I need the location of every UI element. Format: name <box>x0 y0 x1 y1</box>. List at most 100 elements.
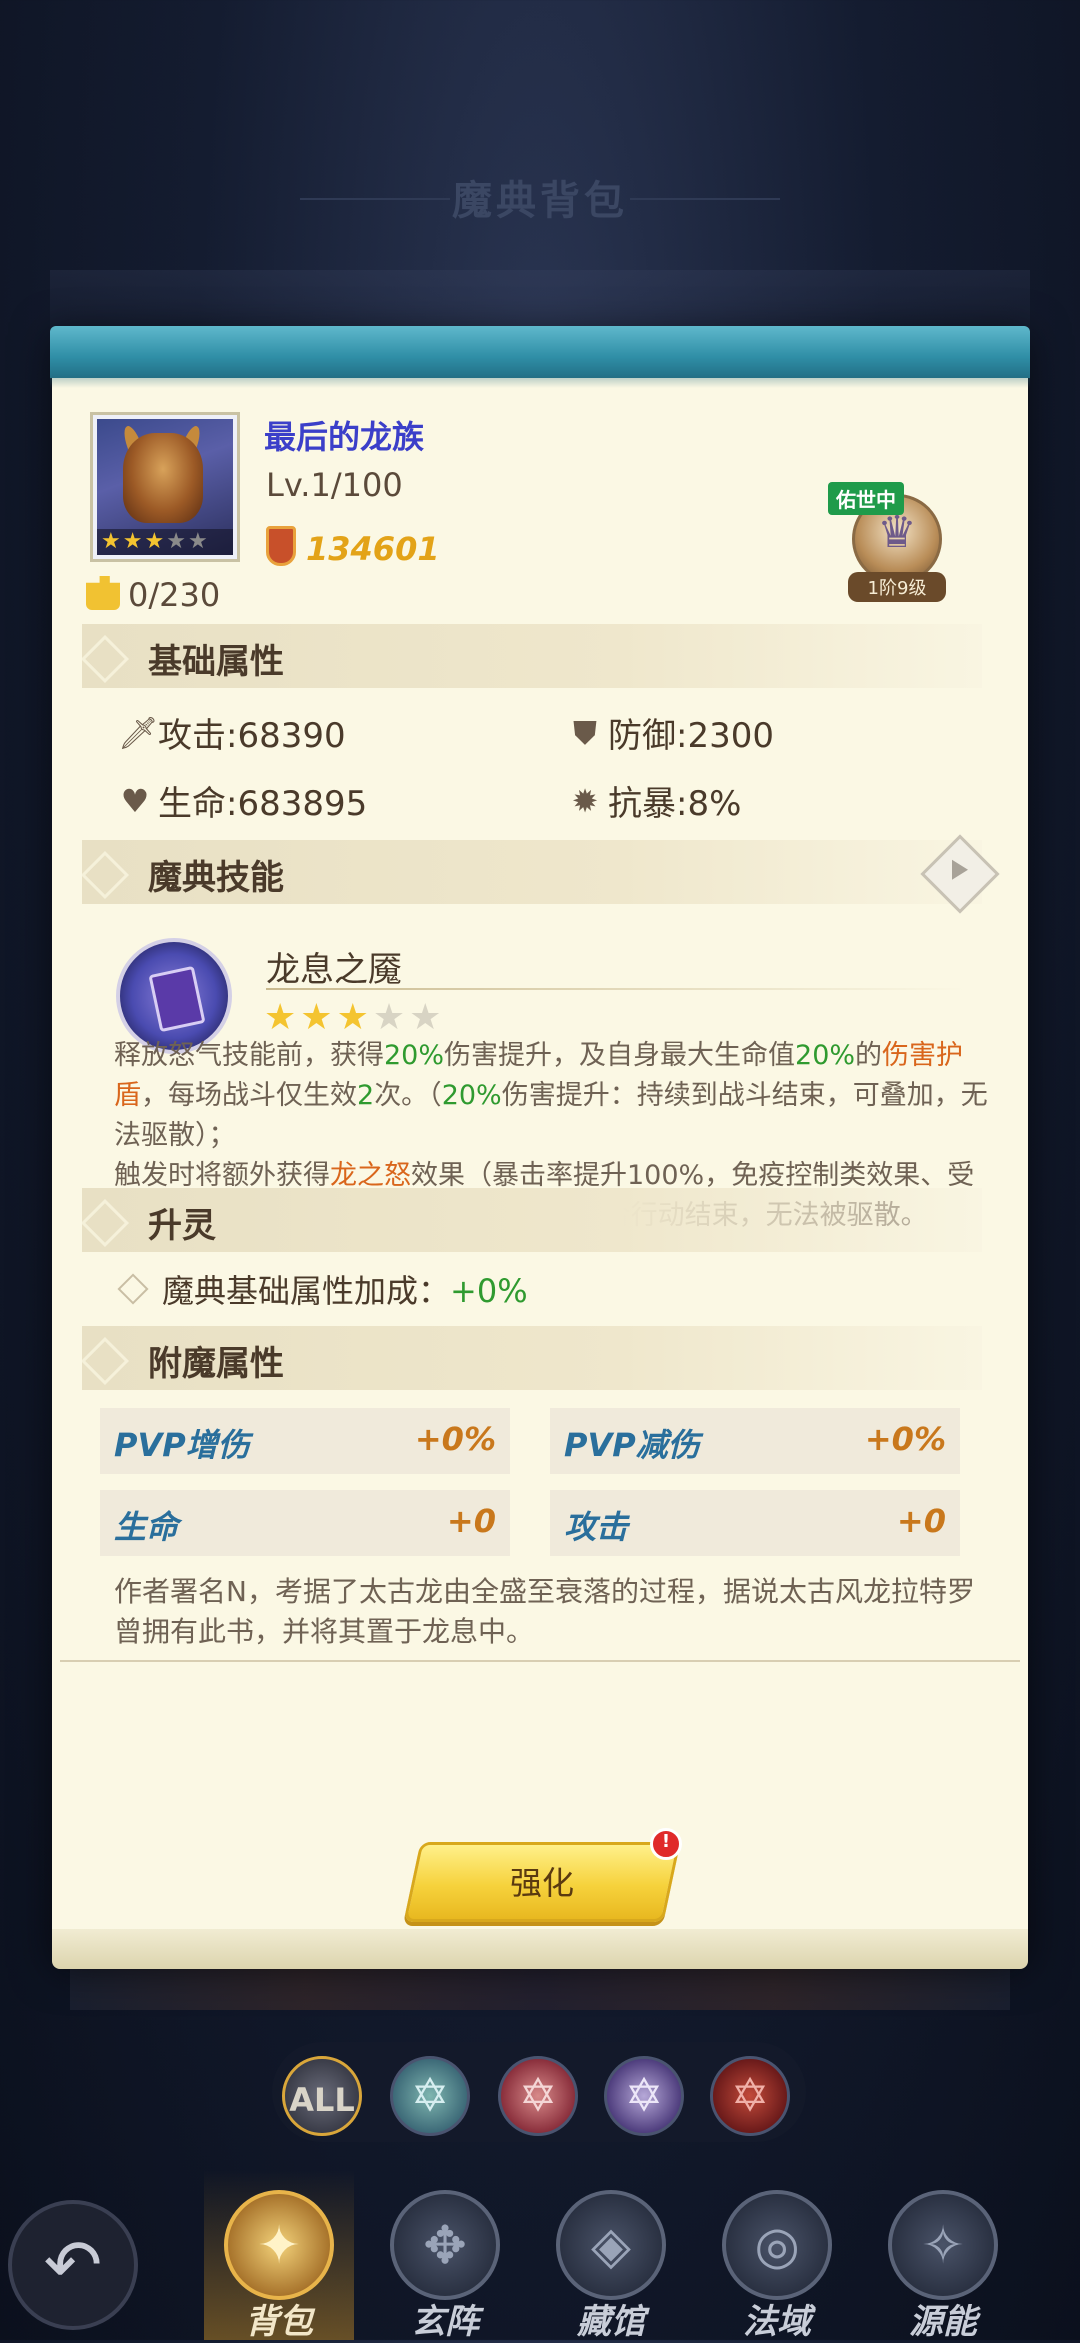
hexagram-icon: ✡ <box>730 2068 770 2122</box>
enchant-value: +0% <box>864 1420 946 1458</box>
filter-all-button[interactable]: ALL <box>282 2056 362 2136</box>
book-portrait[interactable]: ★ ★ ★ ★ ★ <box>90 412 240 562</box>
shard-count: 0/230 <box>128 576 221 614</box>
nav-tab-bag[interactable]: ✦ 背包 <box>204 2170 354 2342</box>
star-empty-icon: ★ <box>187 529 208 554</box>
hexagram-icon: ✡ <box>624 2068 664 2122</box>
diamond-bullet-icon <box>117 1273 149 1305</box>
sword-icon: 🗡 <box>118 713 159 752</box>
enchant-cell: PVP增伤 +0% <box>100 1408 510 1474</box>
filter-all-label: ALL <box>289 2081 355 2119</box>
section-base-stats: 基础属性 <box>80 624 982 688</box>
skill-desc-keyword: 龙之怒 <box>330 1160 411 1191</box>
book-level: Lv.1/100 <box>266 466 403 504</box>
enhance-button-label[interactable]: 强化 <box>412 1858 672 1904</box>
lore-divider <box>60 1660 1020 1662</box>
section-enchant: 附魔属性 <box>80 1326 982 1390</box>
shard-icon <box>86 576 120 610</box>
skill-desc-text: 次。（ <box>374 1080 442 1111</box>
power-value: 134601 <box>306 530 440 568</box>
section-title: 基础属性 <box>148 642 284 682</box>
skill-desc-text: 触发时将额外获得 <box>114 1160 330 1191</box>
skill-desc-text: 释放怒气技能前，获得 <box>114 1040 384 1071</box>
heart-icon: ♥ <box>120 781 150 820</box>
section-diamond-icon <box>80 634 130 684</box>
enchant-label: PVP减伤 <box>564 1426 700 1464</box>
nav-tab-label: 法域 <box>743 2302 811 2342</box>
filter-fire-button[interactable]: ✡ <box>498 2056 578 2136</box>
stat-hp: ♥ 生命:683895 <box>118 776 368 825</box>
domain-emblem-icon: ◎ <box>722 2190 832 2300</box>
section-title: 附魔属性 <box>148 1344 284 1384</box>
nav-tab-domain[interactable]: ◎ 法域 <box>702 2170 852 2342</box>
panel-bottom-edge <box>52 1929 1028 1969</box>
section-diamond-icon <box>80 850 130 900</box>
section-skill: 魔典技能 <box>80 840 982 904</box>
stat-defense-text: 防御:2300 <box>608 716 774 756</box>
nav-tab-label: 源能 <box>909 2302 977 2342</box>
skill-desc-highlight: 20% <box>384 1040 445 1071</box>
nav-tab-label: 藏馆 <box>577 2302 645 2342</box>
filter-water-button[interactable]: ✡ <box>390 2056 470 2136</box>
star-filled-icon: ★ <box>122 529 143 554</box>
enchant-label: 生命 <box>114 1508 179 1546</box>
skill-desc-text: 伤害提升，及自身最大生命值 <box>444 1040 796 1071</box>
skill-name: 龙息之魇 <box>266 950 402 990</box>
book-name: 最后的龙族 <box>264 418 425 456</box>
page-title: 魔典背包 <box>452 178 628 224</box>
section-diamond-icon <box>80 1198 130 1248</box>
title-ornament-right <box>630 198 780 200</box>
skill-name-underline <box>266 988 966 990</box>
panel-header-band <box>50 326 1030 388</box>
filter-dark-button[interactable]: ✡ <box>710 2056 790 2136</box>
hexagram-icon: ✡ <box>410 2068 450 2122</box>
filter-light-button[interactable]: ✡ <box>604 2056 684 2136</box>
book-art: ★ ★ ★ ★ ★ <box>97 419 233 555</box>
blessing-badge[interactable]: 佑世中 1阶9级 <box>828 482 952 602</box>
blessing-rank: 1阶9级 <box>848 572 946 602</box>
skill-desc-text: ，每场战斗仅生效 <box>141 1080 357 1111</box>
nav-tab-energy[interactable]: ✧ 源能 <box>868 2170 1018 2342</box>
power-shield-icon <box>266 526 296 566</box>
blessing-tag: 佑世中 <box>828 482 904 515</box>
back-button[interactable]: ↶ <box>8 2200 138 2330</box>
skill-star-rating: ★ ★ ★ ★ ★ <box>264 1000 441 1036</box>
star-filled-icon: ★ <box>300 997 333 1038</box>
book-star-rating: ★ ★ ★ ★ ★ <box>97 529 233 555</box>
growth-label: 魔典基础属性加成： <box>162 1272 451 1310</box>
stat-attack: 🗡 攻击:68390 <box>118 708 346 757</box>
dragon-icon <box>123 433 203 523</box>
skill-desc-highlight: 20% <box>441 1080 502 1111</box>
star-empty-icon: ★ <box>166 529 186 554</box>
skill-desc-highlight: 20% <box>795 1040 856 1071</box>
enchant-value: +0 <box>896 1502 946 1540</box>
star-filled-icon: ★ <box>264 997 297 1038</box>
nav-tab-formation[interactable]: ✥ 玄阵 <box>370 2170 520 2342</box>
stat-hp-text: 生命:683895 <box>158 784 368 824</box>
section-growth: 升灵 <box>80 1188 982 1252</box>
star-filled-icon: ★ <box>144 529 165 554</box>
nav-tab-collection[interactable]: ◈ 藏馆 <box>536 2170 686 2342</box>
stat-attack-text: 攻击:68390 <box>158 716 346 756</box>
back-arrow-icon: ↶ <box>43 2224 103 2306</box>
shield-icon: ⛊ <box>572 713 597 752</box>
star-filled-icon: ★ <box>336 997 369 1038</box>
energy-emblem-icon: ✧ <box>888 2190 998 2300</box>
enchant-cell: 攻击 +0 <box>550 1490 960 1556</box>
star-empty-icon: ★ <box>409 997 442 1038</box>
stat-crit-resist: ✹ 抗暴:8% <box>568 776 742 825</box>
enchant-value: +0 <box>446 1502 496 1540</box>
formation-emblem-icon: ✥ <box>390 2190 500 2300</box>
collection-emblem-icon: ◈ <box>556 2190 666 2300</box>
enchant-label: 攻击 <box>564 1508 629 1546</box>
section-diamond-icon <box>80 1336 130 1386</box>
book-lore: 作者署名N，考据了太古龙由全盛至衰落的过程，据说太古风龙拉特罗曾拥有此书，并将其… <box>114 1575 975 1648</box>
growth-bonus-row: 魔典基础属性加成：+0% <box>117 1266 528 1312</box>
skill-desc-text: 的 <box>855 1040 883 1071</box>
growth-value: +0% <box>450 1272 528 1310</box>
enchant-label: PVP增伤 <box>114 1426 250 1464</box>
alert-badge: ! <box>650 1828 682 1860</box>
section-title: 魔典技能 <box>148 858 284 898</box>
nav-tab-label: 玄阵 <box>411 2302 479 2342</box>
bag-emblem-icon: ✦ <box>224 2190 334 2300</box>
